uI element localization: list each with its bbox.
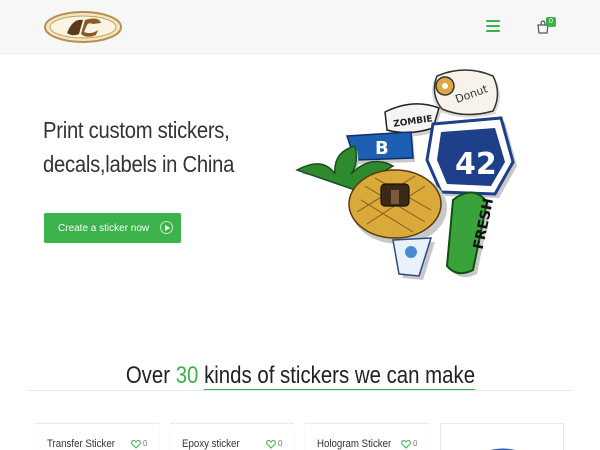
like-count: 0 [143,439,148,448]
product-card-image[interactable] [440,423,564,450]
heart-icon[interactable] [131,439,141,449]
fresh-sticker: FRESH [445,191,497,278]
product-name[interactable]: Hologram Sticker [317,438,391,450]
stickers-illustration: Donut ZOMBIE B 42 FRESH [295,69,517,280]
svg-text:42: 42 [455,147,497,182]
hero-title-line-2: decals,labels in China [43,151,235,177]
like-count: 0 [413,439,418,448]
hero-title-line-1: Print custom stickers, [43,117,230,143]
cart-count-badge: 0 [546,17,556,27]
product-card-hologram[interactable]: Hologram Sticker 0 [305,423,429,450]
heart-icon[interactable] [401,439,411,449]
section-heading-count: 30 [175,362,198,389]
product-name[interactable]: Transfer Sticker [47,438,115,450]
section-heading-text: kinds of stickers we can make [203,362,475,390]
donut-sticker: Donut [431,69,500,118]
hamburger-menu-icon[interactable] [486,20,500,32]
product-thumbnail [490,448,516,450]
create-sticker-label: Create a sticker now [58,222,150,234]
like-count: 0 [278,439,283,448]
section-heading: Over 30 kinds of stickers we can make [0,362,600,390]
cone-sticker [392,237,435,280]
svg-text:B: B [375,138,389,159]
logo[interactable] [43,10,123,44]
section-divider [28,390,572,391]
heart-icon[interactable] [266,439,276,449]
section-heading-prefix: Over [125,362,170,389]
play-circle-icon [160,221,173,234]
hero-title: Print custom stickers, decals,labels in … [43,113,303,181]
product-name[interactable]: Epoxy sticker [182,438,240,450]
product-card-epoxy[interactable]: Epoxy sticker 0 [170,423,294,450]
route-42-sticker: 42 [425,116,517,198]
site-header: 0 [0,0,600,54]
product-card-transfer[interactable]: Transfer Sticker 0 [35,423,159,450]
create-sticker-button[interactable]: Create a sticker now [44,213,181,243]
